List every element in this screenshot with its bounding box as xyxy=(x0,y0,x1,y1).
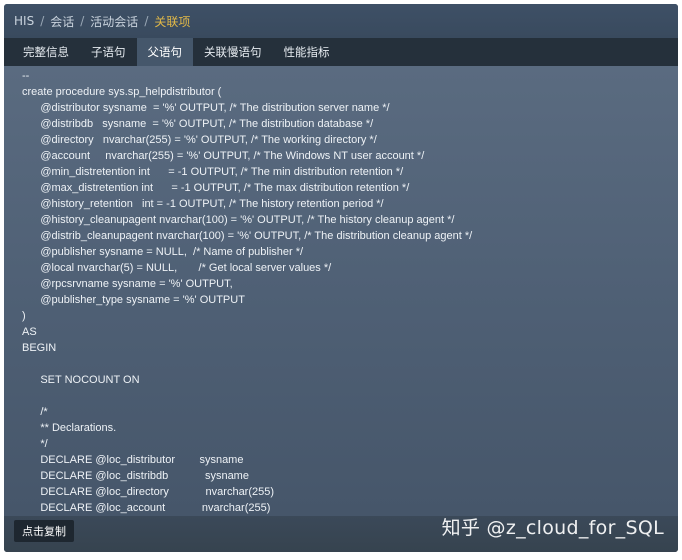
code-line: BEGIN xyxy=(22,342,57,354)
code-line: @distributor sysname = '%' OUTPUT, /* Th… xyxy=(22,102,390,114)
sql-code-view[interactable]: -- create procedure sys.sp_helpdistributo… xyxy=(4,66,678,516)
code-line: DECLARE @loc_distributor sysname xyxy=(22,454,244,466)
tab-performance-metrics[interactable]: 性能指标 xyxy=(273,38,341,66)
copy-button[interactable]: 点击复制 xyxy=(14,520,74,542)
code-line: @publisher sysname = NULL, /* Name of pu… xyxy=(22,246,304,258)
code-line: @distribdb sysname = '%' OUTPUT, /* The … xyxy=(22,118,374,130)
code-line: @distrib_cleanupagent nvarchar(100) = '%… xyxy=(22,230,473,242)
code-line: SET NOCOUNT ON xyxy=(22,374,140,386)
code-line: */ xyxy=(22,438,48,450)
code-line: DECLARE @loc_directory nvarchar(255) xyxy=(22,486,275,498)
window: HIS / 会话 / 活动会话 / 关联项 完整信息 子语句 父语句 关联慢语句… xyxy=(4,4,678,552)
code-line: -- xyxy=(22,70,30,82)
tab-parent-statement[interactable]: 父语句 xyxy=(136,38,193,66)
code-line: @max_distretention int = -1 OUTPUT, /* T… xyxy=(22,182,410,194)
code-line: @directory nvarchar(255) = '%' OUTPUT, /… xyxy=(22,134,377,146)
code-line: DECLARE @loc_distribdb sysname xyxy=(22,470,249,482)
breadcrumb-his[interactable]: HIS xyxy=(14,14,34,28)
code-line: @publisher_type sysname = '%' OUTPUT xyxy=(22,294,245,306)
code-line: /* xyxy=(22,406,48,418)
tab-bar: 完整信息 子语句 父语句 关联慢语句 性能指标 xyxy=(4,38,678,66)
tab-full-info[interactable]: 完整信息 xyxy=(12,38,80,66)
code-line: create procedure sys.sp_helpdistributor … xyxy=(22,86,222,98)
code-line: @rpcsrvname sysname = '%' OUTPUT, xyxy=(22,278,233,290)
breadcrumb-separator: / xyxy=(40,14,45,28)
code-line: ** Declarations. xyxy=(22,422,117,434)
code-line: ) xyxy=(22,310,26,322)
code-line: @min_distretention int = -1 OUTPUT, /* T… xyxy=(22,166,404,178)
code-line: @history_retention int = -1 OUTPUT, /* T… xyxy=(22,198,384,210)
code-line: @local nvarchar(5) = NULL, /* Get local … xyxy=(22,262,332,274)
code-line: AS xyxy=(22,326,37,338)
breadcrumb: HIS / 会话 / 活动会话 / 关联项 xyxy=(4,4,678,38)
breadcrumb-related-items: 关联项 xyxy=(154,14,191,29)
breadcrumb-separator: / xyxy=(144,14,149,28)
tab-child-statement[interactable]: 子语句 xyxy=(80,38,137,66)
code-line: @history_cleanupagent nvarchar(100) = '%… xyxy=(22,214,455,226)
code-line: @account nvarchar(255) = '%' OUTPUT, /* … xyxy=(22,150,425,162)
tab-related-slow-statement[interactable]: 关联慢语句 xyxy=(193,38,273,66)
breadcrumb-session[interactable]: 会话 xyxy=(50,13,74,30)
zhihu-watermark: 知乎 @z_cloud_for_SQL xyxy=(441,517,664,539)
footer-bar: 点击复制 知乎 @z_cloud_for_SQL xyxy=(4,516,678,552)
breadcrumb-active-session[interactable]: 活动会话 xyxy=(90,13,138,30)
breadcrumb-separator: / xyxy=(80,14,85,28)
